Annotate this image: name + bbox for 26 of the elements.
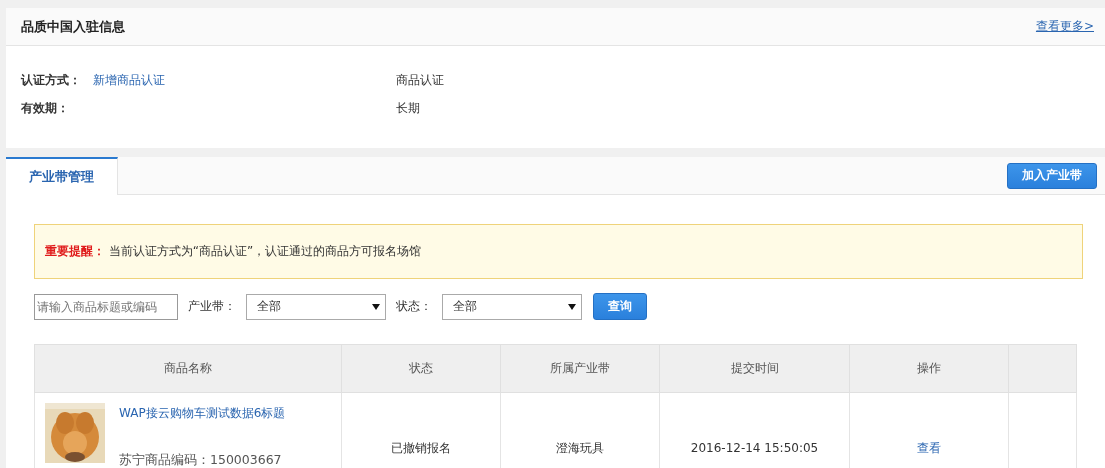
column-header: 操作 <box>849 344 1009 393</box>
view-more-link[interactable]: 查看更多> <box>1035 18 1094 35</box>
auth-link[interactable]: 新增商品认证 <box>93 71 165 89</box>
dropdown[interactable]: 全部 <box>442 293 582 320</box>
column-header: 所属产业带 <box>500 344 660 393</box>
filter-label: 产业带： <box>188 298 236 315</box>
join-button[interactable]: 加入产业带 <box>1007 162 1097 189</box>
notice-text: 重要提醒： 当前认证方式为“商品认证”，认证通过的商品方可报名场馆 <box>45 243 422 260</box>
filter-label: 状态： <box>396 298 432 315</box>
search-field[interactable]: 请输入商品标题或编码 <box>34 293 178 320</box>
column-header: 状态 <box>341 344 501 393</box>
caret-icon <box>568 303 576 310</box>
product-code: 苏宁商品编码：150003667 <box>119 452 283 468</box>
query-button[interactable]: 查询 <box>593 293 647 320</box>
panel-title: 品质中国入驻信息 <box>21 17 125 36</box>
view-link[interactable]: 查看 <box>917 440 941 455</box>
caret-icon <box>372 303 380 310</box>
field-label: 有效期： <box>21 99 69 117</box>
dropdown[interactable]: 全部 <box>246 293 386 320</box>
column-header: 提交时间 <box>659 344 850 393</box>
field-value: 商品认证 <box>396 71 444 89</box>
product-link[interactable]: WAP接云购物车测试数据6标题 <box>119 405 286 422</box>
field-value: 长期 <box>396 99 420 117</box>
column-header: 商品名称 <box>34 344 342 393</box>
field-label: 认证方式： <box>21 71 81 89</box>
tab[interactable]: 产业带管理 <box>6 157 118 195</box>
